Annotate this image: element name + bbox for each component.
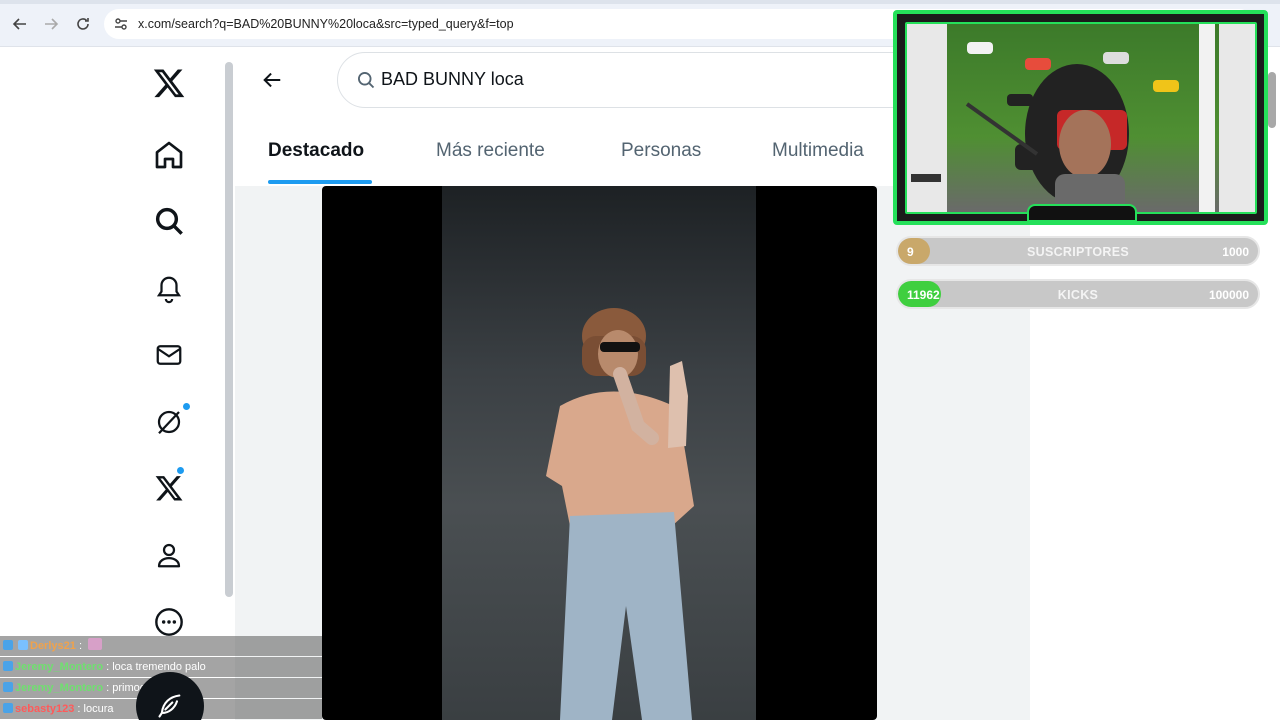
chat-separator: : bbox=[106, 661, 110, 673]
kicks-goal-bar: KICKS 11962 100000 bbox=[896, 279, 1260, 309]
active-tab-indicator bbox=[268, 180, 372, 184]
premium-notification-dot bbox=[176, 466, 185, 475]
page-scrollbar[interactable] bbox=[1268, 72, 1276, 128]
chat-separator: : bbox=[106, 682, 110, 694]
back-icon[interactable] bbox=[8, 12, 32, 36]
chat-message: Derlys21 : bbox=[0, 636, 322, 656]
performer-figure bbox=[546, 308, 694, 720]
tab-personas[interactable]: Personas bbox=[621, 140, 701, 162]
tab-mas-reciente[interactable]: Más reciente bbox=[436, 140, 545, 162]
profile-icon[interactable] bbox=[150, 536, 188, 574]
chat-text: loca tremendo palo bbox=[112, 661, 206, 673]
subscribers-label: SUSCRIPTORES bbox=[1026, 245, 1129, 259]
chat-username: Derlys21 bbox=[30, 640, 76, 652]
subscribers-count: 9 bbox=[907, 245, 914, 259]
chat-text: locura bbox=[83, 703, 114, 715]
subscribers-goal: 1000 bbox=[1222, 245, 1249, 259]
tab-multimedia[interactable]: Multimedia bbox=[772, 140, 864, 162]
bell-icon[interactable] bbox=[150, 270, 188, 308]
kicks-count: 11962 bbox=[907, 288, 940, 302]
chat-username: Jeremy_Montero bbox=[15, 682, 104, 694]
chat-separator: : bbox=[78, 640, 82, 652]
chat-separator: : bbox=[77, 703, 81, 715]
video-frame bbox=[442, 186, 756, 720]
tab-strip-edge bbox=[0, 0, 1280, 4]
webcam-feed bbox=[905, 22, 1257, 214]
kicks-goal: 100000 bbox=[1208, 288, 1249, 302]
chat-badge-icon bbox=[3, 682, 13, 692]
webcam-overlay bbox=[893, 10, 1268, 225]
search-icon bbox=[356, 70, 376, 90]
subscribers-goal-bar: SUSCRIPTORES 9 1000 bbox=[896, 236, 1260, 266]
chat-username: Jeremy_Montero bbox=[15, 661, 104, 673]
video-player[interactable] bbox=[322, 186, 877, 720]
feather-icon bbox=[158, 694, 181, 718]
premium-x-icon[interactable] bbox=[150, 469, 188, 507]
back-arrow-icon[interactable] bbox=[256, 64, 288, 96]
home-icon[interactable] bbox=[150, 136, 188, 174]
x-logo-icon[interactable] bbox=[150, 64, 188, 102]
left-sidebar bbox=[0, 48, 235, 720]
kicks-label: KICKS bbox=[1057, 288, 1099, 302]
sidebar-scrollbar[interactable] bbox=[225, 62, 233, 597]
chat-username: sebasty123 bbox=[15, 703, 75, 715]
emote-icon bbox=[88, 638, 103, 650]
reload-icon[interactable] bbox=[71, 12, 95, 36]
chat-badge-icon bbox=[3, 640, 13, 650]
tab-destacado[interactable]: Destacado bbox=[268, 140, 364, 162]
webcam-notch bbox=[1027, 204, 1137, 221]
mail-icon[interactable] bbox=[150, 336, 188, 374]
chat-badge-icon bbox=[18, 640, 28, 650]
chat-badge-icon bbox=[3, 661, 13, 671]
chat-badge-icon bbox=[3, 703, 13, 713]
grok-notification-dot bbox=[182, 402, 191, 411]
forward-icon[interactable] bbox=[39, 12, 63, 36]
explore-search-icon[interactable] bbox=[150, 202, 188, 240]
right-panel bbox=[1030, 310, 1280, 720]
search-query[interactable]: BAD BUNNY loca bbox=[381, 69, 524, 90]
url-text[interactable]: x.com/search?q=BAD%20BUNNY%20loca&src=ty… bbox=[138, 17, 514, 31]
site-settings-icon[interactable] bbox=[112, 15, 130, 33]
